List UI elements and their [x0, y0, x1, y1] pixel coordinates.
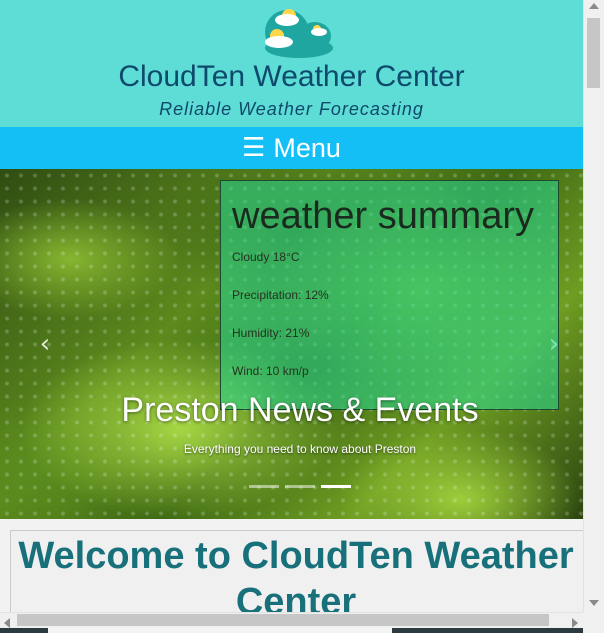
site-title: CloudTen Weather Center [118, 60, 465, 93]
vertical-scrollbar[interactable] [583, 0, 604, 612]
taskbar-strip [0, 628, 583, 633]
menu-label[interactable]: Menu [273, 133, 341, 164]
carousel-caption-title: Preston News & Events [121, 391, 479, 429]
site-tagline: Reliable Weather Forecasting [159, 99, 424, 119]
weather-precipitation: Precipitation: 12% [232, 288, 329, 302]
carousel-indicator-3[interactable] [321, 485, 351, 488]
weather-wind: Wind: 10 km/p [232, 364, 309, 378]
horizontal-scrollbar[interactable] [0, 612, 583, 633]
carousel-indicator-1[interactable] [249, 485, 279, 488]
site-header: CloudTen Weather Center Reliable Weather… [0, 0, 583, 127]
scroll-right-arrow-icon[interactable] [572, 618, 578, 628]
page-viewport: CloudTen Weather Center Reliable Weather… [0, 0, 583, 612]
image-carousel: ‹ › weather summary Cloudy 18°C Precipit… [0, 169, 583, 519]
weather-humidity: Humidity: 21% [232, 326, 310, 340]
welcome-section: Welcome to CloudTen Weather Center [10, 530, 583, 612]
taskbar-strip-highlight [48, 628, 392, 633]
hamburger-icon[interactable]: ☰ [242, 135, 265, 161]
welcome-title: Welcome to CloudTen Weather Center [18, 535, 574, 612]
scrollbar-corner [583, 612, 604, 633]
carousel-prev-arrow-icon[interactable]: ‹ [30, 329, 60, 359]
cloud-sun-logo-icon[interactable] [259, 4, 339, 58]
weather-summary-panel: weather summary Cloudy 18°C Precipitatio… [220, 180, 559, 410]
menu-toggle-button[interactable]: ☰ Menu [0, 127, 583, 169]
vertical-scroll-thumb[interactable] [587, 18, 600, 88]
scroll-up-arrow-icon[interactable] [589, 3, 599, 9]
weather-summary-title: weather summary [232, 195, 534, 237]
horizontal-scroll-thumb[interactable] [17, 614, 549, 626]
scroll-left-arrow-icon[interactable] [4, 618, 10, 628]
carousel-caption-subtitle: Everything you need to know about Presto… [183, 442, 417, 456]
weather-condition: Cloudy 18°C [232, 250, 300, 264]
carousel-indicators [249, 485, 359, 489]
scroll-down-arrow-icon[interactable] [589, 600, 599, 606]
carousel-indicator-2[interactable] [285, 485, 315, 488]
